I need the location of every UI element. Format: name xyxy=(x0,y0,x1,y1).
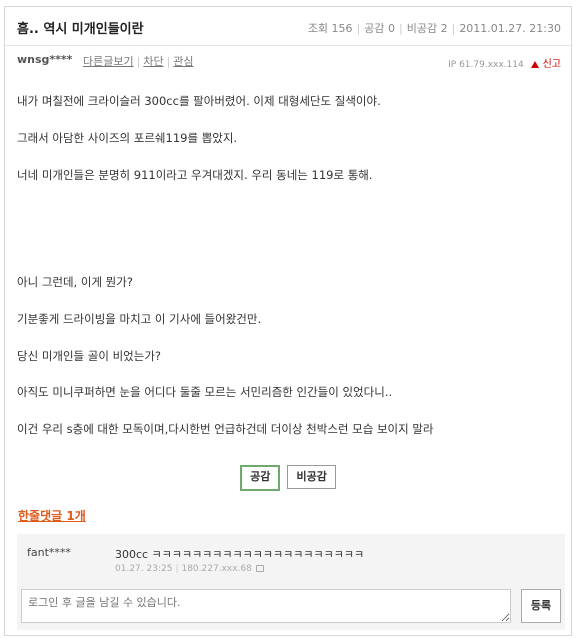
comment-input[interactable] xyxy=(21,589,511,623)
lock-icon xyxy=(255,565,264,572)
report-icon[interactable] xyxy=(530,61,539,68)
body-line: 아니 그런데, 이게 뭔가? xyxy=(17,275,133,289)
comment-section: fant**** 300cc ㅋㅋㅋㅋㅋㅋㅋㅋㅋㅋㅋㅋㅋㅋㅋㅋㅋㅋㅋㅋㅋ 01.… xyxy=(17,534,565,630)
post-stats: 조회 156 | 공감 0 | 비공감 2 | 2011.01.27. 21:30 xyxy=(307,22,561,35)
other-posts-link[interactable]: 다른글보기 xyxy=(83,55,134,68)
report-link[interactable]: 신고 xyxy=(543,59,561,70)
body-line: 기분좋게 드라이빙을 마치고 이 기사에 들어왔건만. xyxy=(17,312,262,326)
body-line: 아직도 미니쿠퍼하면 눈을 어디다 둘줄 모르는 서민리즘한 인간들이 있었다니… xyxy=(17,385,393,399)
author-row: wnsg**** 다른글보기 | 차단 | 관심 IP 61.79.xxx.114 신고 xyxy=(5,51,571,71)
post-author: wnsg**** xyxy=(17,53,73,66)
dislike-count: 비공감 2 xyxy=(406,22,448,35)
post-header: 흠.. 역시 미개인들이란 조회 156 | 공감 0 | 비공감 2 | 2011.01.… xyxy=(5,7,571,46)
comment-count-link[interactable]: 한줄댓글 1개 xyxy=(18,507,86,524)
body-line: 너네 미개인들은 분명히 911이라고 우겨대겠지. 우리 동네는 119로 통… xyxy=(17,168,373,182)
like-count: 공감 0 xyxy=(364,22,396,35)
vote-buttons: 공감 비공감 xyxy=(5,465,571,491)
comment-date: 01.27. 23:25 xyxy=(115,564,173,574)
body-line: 그래서 아담한 사이즈의 포르쉐119를 뽑았지. xyxy=(17,131,238,145)
dislike-button[interactable]: 비공감 xyxy=(287,465,336,489)
like-button[interactable]: 공감 xyxy=(240,465,281,491)
comment-meta: 01.27. 23:25 | 180.227.xxx.68 xyxy=(115,564,264,574)
post-ip: IP 61.79.xxx.114 신고 xyxy=(448,55,561,70)
interest-link[interactable]: 관심 xyxy=(173,55,193,68)
comment-author[interactable]: fant**** xyxy=(27,546,71,559)
body-line: 이건 우리 s층에 대한 모독이며,다시한번 언급하건데 더이상 천박스런 모습… xyxy=(17,422,434,436)
body-line: 내가 며칠전에 크라이슬러 300cc를 팔아버렸어. 이제 대형세단도 질색이… xyxy=(17,94,381,108)
post-title: 흠.. 역시 미개인들이란 xyxy=(17,22,144,37)
author-links: 다른글보기 | 차단 | 관심 xyxy=(83,55,194,68)
comment-text: 300cc ㅋㅋㅋㅋㅋㅋㅋㅋㅋㅋㅋㅋㅋㅋㅋㅋㅋㅋㅋㅋㅋ xyxy=(115,548,365,561)
ip-address: IP 61.79.xxx.114 xyxy=(448,60,524,70)
post-date: 2011.01.27. 21:30 xyxy=(459,22,561,35)
comment-submit-button[interactable]: 등록 xyxy=(521,589,561,623)
body-line: 당신 미개인들 골이 비었는가? xyxy=(17,349,162,363)
comment-ip: 180.227.xxx.68 xyxy=(181,564,252,574)
block-link[interactable]: 차단 xyxy=(143,55,163,68)
post-frame: 흠.. 역시 미개인들이란 조회 156 | 공감 0 | 비공감 2 | 2011.01.… xyxy=(4,6,572,636)
views-count: 조회 156 xyxy=(307,22,353,35)
